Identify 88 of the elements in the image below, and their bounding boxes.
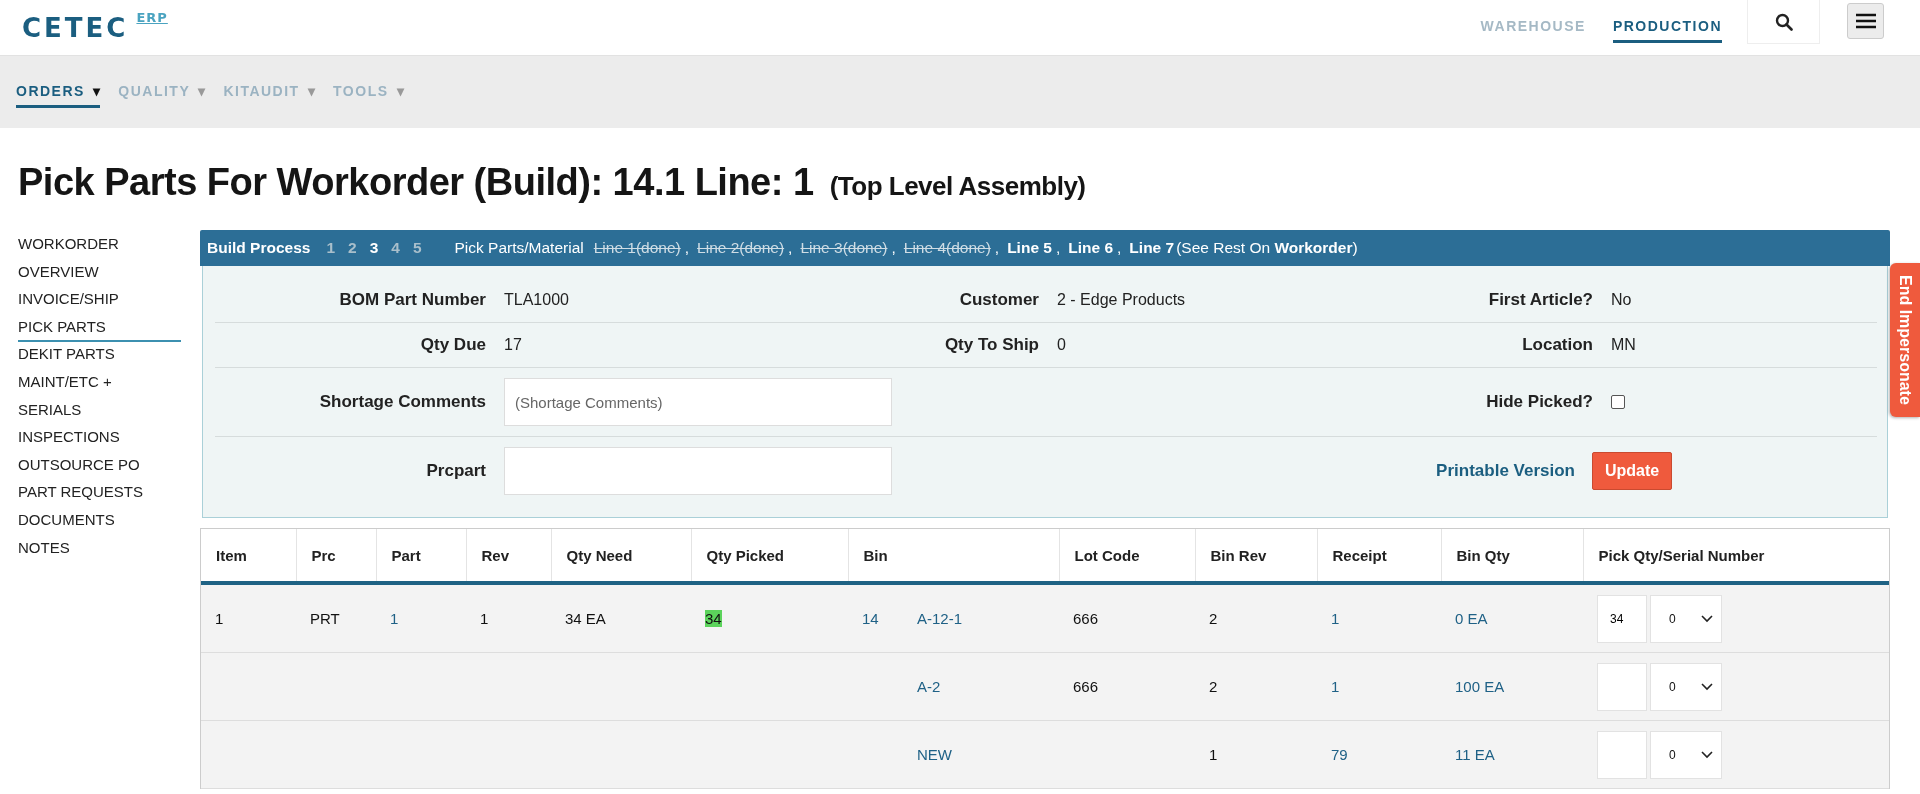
line-link[interactable]: Line 4(done): [903, 239, 991, 257]
pick-qty-field[interactable]: [1597, 662, 1647, 711]
sidebar-item[interactable]: WORKORDER: [18, 232, 181, 260]
end-impersonate-tab[interactable]: End Impersonate: [1890, 263, 1920, 417]
chevron-down-icon: [1701, 614, 1713, 623]
sidebar-item[interactable]: MAINT/ETC +: [18, 369, 181, 398]
table-cell: PRT: [310, 610, 340, 627]
search-icon: [1774, 12, 1793, 31]
table-link[interactable]: 1: [1331, 610, 1340, 627]
table-link[interactable]: 14: [862, 610, 917, 627]
workorder-note: (See Rest On Workorder): [1176, 239, 1358, 257]
table-link[interactable]: 11 EA: [1455, 746, 1495, 763]
table-link[interactable]: 1: [1331, 678, 1340, 695]
sidebar-item[interactable]: DEKIT PARTS: [18, 342, 181, 370]
input-field[interactable]: (Shortage Comments): [504, 378, 892, 426]
pick-qty-field[interactable]: [1597, 730, 1647, 779]
table-link[interactable]: 1: [390, 610, 399, 627]
logo[interactable]: CETEC: [22, 12, 129, 43]
pick-parts-label: Pick Parts/Material: [454, 239, 584, 257]
table-cell: 666: [1073, 610, 1099, 627]
line-link[interactable]: Line 1(done): [593, 239, 681, 257]
line-link[interactable]: Line 2(done): [697, 239, 785, 257]
separator: ,: [994, 239, 1000, 257]
line-link[interactable]: Line 3(done): [800, 239, 888, 257]
sidebar-item[interactable]: OUTSOURCE PO: [18, 452, 181, 481]
chevron-down-icon: [1701, 750, 1713, 759]
line-link[interactable]: Line 5: [1007, 239, 1052, 257]
serial-dropdown[interactable]: 0: [1650, 594, 1722, 643]
input-field[interactable]: [504, 447, 892, 495]
field-label: Qty To Ship: [943, 335, 1039, 355]
chevron-down-icon: [1701, 682, 1713, 691]
menu-button[interactable]: [1847, 2, 1884, 39]
sidebar-item[interactable]: PART REQUESTS: [18, 480, 181, 508]
table-cell: 34: [705, 610, 722, 627]
checkbox[interactable]: [1611, 395, 1625, 409]
serial-dropdown[interactable]: 0: [1650, 730, 1722, 779]
field-label: Qty Due: [419, 335, 486, 355]
build-process-label: Build Process: [207, 239, 311, 257]
page-title: Pick Parts For Workorder (Build): 14.1 Line: 1 (Top Level Assembly): [18, 161, 1087, 204]
field-label: First Article?: [1487, 290, 1593, 310]
table-cell: 2: [1209, 678, 1218, 695]
update-button[interactable]: Update: [1592, 452, 1673, 490]
line-link[interactable]: Line 7: [1129, 239, 1175, 257]
sidebar-item[interactable]: SERIALS: [18, 397, 181, 426]
table-link[interactable]: 79: [1331, 746, 1348, 763]
field-value: 0: [1057, 336, 1066, 354]
table-cell: 2: [1209, 610, 1218, 627]
separator: ,: [1055, 239, 1061, 257]
table-cell: 34 EA: [565, 610, 606, 627]
line-link[interactable]: Line 6: [1068, 239, 1114, 257]
table-cell: 666: [1073, 678, 1099, 695]
sidebar-item[interactable]: PICK PARTS: [18, 314, 181, 343]
pick-qty-field[interactable]: 34: [1597, 594, 1647, 643]
nav-link[interactable]: PRODUCTION: [1612, 12, 1722, 43]
field-value: TLA1000: [504, 291, 569, 309]
table-cell: 1: [215, 610, 224, 627]
field-label: Location: [1521, 335, 1593, 355]
field-label: BOM Part Number: [338, 290, 486, 310]
separator: ,: [684, 239, 690, 257]
menu-icon: [1855, 12, 1876, 29]
field-value: 17: [504, 336, 522, 354]
serial-dropdown[interactable]: 0: [1650, 662, 1722, 711]
table-link[interactable]: 0 EA: [1455, 610, 1488, 627]
table-link[interactable]: A-2: [917, 678, 941, 695]
field-value: MN: [1611, 336, 1636, 354]
sidebar-item[interactable]: INSPECTIONS: [18, 425, 181, 453]
table-link[interactable]: A-12-1: [917, 610, 963, 627]
field-label: Customer: [958, 290, 1039, 310]
menu-tab[interactable]: ORDERS ▾: [16, 76, 101, 108]
separator: ,: [788, 239, 793, 257]
separator: ,: [1117, 239, 1122, 257]
table-cell: 1: [1209, 746, 1218, 763]
search-button[interactable]: [1747, 0, 1820, 44]
step-link[interactable]: 3: [369, 239, 379, 257]
sidebar-item[interactable]: OVERVIEW: [18, 259, 181, 288]
sidebar-item[interactable]: DOCUMENTS: [18, 507, 181, 536]
sidebar-item[interactable]: INVOICE/SHIP: [18, 287, 181, 315]
field-label: Shortage Comments: [318, 392, 486, 412]
table-link[interactable]: NEW: [917, 746, 952, 763]
separator: ,: [891, 239, 896, 257]
field-label: Hide Picked?: [1485, 392, 1593, 412]
sidebar-item[interactable]: NOTES: [18, 535, 181, 564]
field-label: Prcpart: [425, 461, 486, 481]
printable-version-link[interactable]: Printable Version: [1399, 461, 1575, 481]
table-link[interactable]: 100 EA: [1455, 678, 1505, 695]
field-value: 2 - Edge Products: [1057, 291, 1186, 309]
field-value: No: [1611, 291, 1632, 309]
table-cell: 1: [480, 610, 489, 627]
